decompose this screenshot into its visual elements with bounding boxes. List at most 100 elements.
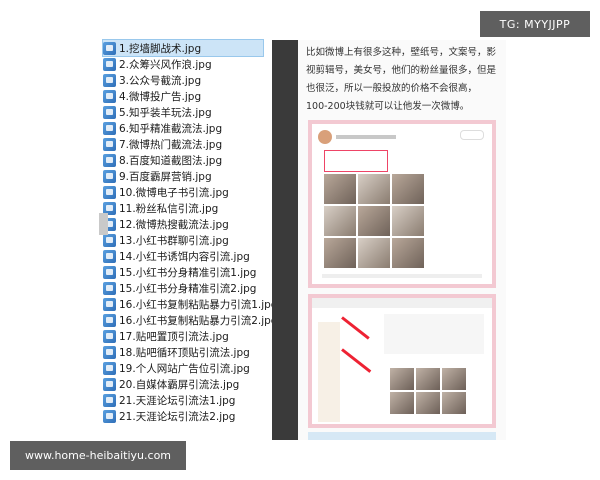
file-item[interactable]: 13.小红书群聊引流.jpg [103, 232, 273, 248]
file-item[interactable]: 21.天涯论坛引流法1.jpg [103, 392, 273, 408]
image-file-icon [103, 361, 116, 375]
file-item[interactable]: 19.个人网站广告位引流.jpg [103, 360, 273, 376]
avatar [318, 130, 332, 144]
image-file-icon [103, 265, 116, 279]
file-item[interactable]: 8.百度知道截图法.jpg [103, 152, 273, 168]
photo [442, 392, 466, 414]
photo-grid [324, 174, 424, 268]
image-file-icon [103, 297, 116, 311]
file-name: 15.小红书分身精准引流1.jpg [119, 266, 257, 279]
image-file-icon [103, 249, 116, 263]
image-file-icon [103, 377, 116, 391]
file-item[interactable]: 18.贴吧循环顶贴引流法.jpg [103, 344, 273, 360]
image-file-icon [103, 185, 116, 199]
file-name: 1.挖墙脚战术.jpg [119, 42, 202, 55]
file-item[interactable]: 9.百度霸屏营销.jpg [103, 168, 273, 184]
image-file-icon [103, 121, 116, 135]
photo [392, 206, 424, 236]
file-item[interactable]: 14.小红书诱饵内容引流.jpg [103, 248, 273, 264]
file-item[interactable]: 12.微博热搜截流法.jpg [103, 216, 273, 232]
file-name: 21.天涯论坛引流法2.jpg [119, 410, 236, 423]
image-file-icon [103, 57, 116, 71]
file-name: 8.百度知道截图法.jpg [119, 154, 223, 167]
photo [324, 174, 356, 204]
file-item[interactable]: 17.贴吧置顶引流法.jpg [103, 328, 273, 344]
image-file-icon [103, 105, 116, 119]
file-list: 1.挖墙脚战术.jpg 2.众筹兴风作浪.jpg 3.公众号截流.jpg 4.微博投广… [102, 39, 277, 424]
photo [358, 174, 390, 204]
image-file-icon [103, 153, 116, 167]
file-name: 6.知乎精准截流法.jpg [119, 122, 223, 135]
file-name: 18.贴吧循环顶贴引流法.jpg [119, 346, 250, 359]
file-name: 17.贴吧置顶引流法.jpg [119, 330, 229, 343]
file-item[interactable]: 6.知乎精准截流法.jpg [103, 120, 273, 136]
file-item[interactable]: 16.小红书复制粘贴暴力引流1.jpg [103, 296, 277, 312]
file-name: 5.知乎装羊玩法.jpg [119, 106, 212, 119]
weibo-feed-screenshot [308, 294, 496, 428]
tg-watermark: TG: MYYJJPP [480, 11, 590, 37]
file-item[interactable]: 15.小红书分身精准引流1.jpg [103, 264, 273, 280]
file-name: 13.小红书群聊引流.jpg [119, 234, 229, 247]
file-item[interactable]: 10.微博电子书引流.jpg [103, 184, 273, 200]
file-item[interactable]: 7.微博热门截流法.jpg [103, 136, 273, 152]
image-file-icon [103, 73, 116, 87]
feed-topbar [312, 298, 492, 308]
image-file-icon [103, 41, 116, 55]
file-name: 12.微博热搜截流法.jpg [119, 218, 229, 231]
photo [324, 206, 356, 236]
image-file-icon [103, 89, 116, 103]
photo [442, 368, 466, 390]
image-file-icon [103, 169, 116, 183]
file-item[interactable]: 1.挖墙脚战术.jpg [102, 39, 264, 57]
file-name: 11.粉丝私信引流.jpg [119, 202, 219, 215]
file-name: 16.小红书复制粘贴暴力引流1.jpg [119, 298, 278, 311]
weibo-post-screenshot [308, 120, 496, 288]
scroll-indicator[interactable] [99, 213, 108, 235]
file-name: 9.百度霸屏营销.jpg [119, 170, 212, 183]
article-paragraph: 比如微博上有很多这种，壁纸号，文案号，影视剪辑号，美女号，他们的粉丝量很多，但是… [306, 47, 497, 112]
photo [416, 392, 440, 414]
file-item[interactable]: 4.微博投广告.jpg [103, 88, 273, 104]
file-item[interactable]: 16.小红书复制粘贴暴力引流2.jpg [103, 312, 277, 328]
red-arrow-annotation [341, 316, 370, 340]
file-name: 3.公众号截流.jpg [119, 74, 202, 87]
photo-grid [390, 368, 470, 414]
feed-sidebar [318, 322, 340, 422]
image-file-icon [103, 233, 116, 247]
file-name: 7.微博热门截流法.jpg [119, 138, 223, 151]
file-name: 19.个人网站广告位引流.jpg [119, 362, 250, 375]
file-item[interactable]: 21.天涯论坛引流法2.jpg [103, 408, 273, 424]
image-file-icon [103, 137, 116, 151]
image-file-icon [103, 329, 116, 343]
post-action-bar [322, 274, 482, 278]
file-item[interactable]: 20.自媒体霸屏引流法.jpg [103, 376, 273, 392]
highlight-box [324, 150, 388, 172]
file-item[interactable]: 11.粉丝私信引流.jpg [103, 200, 273, 216]
file-item[interactable]: 15.小红书分身精准引流2.jpg [103, 280, 273, 296]
photo [390, 392, 414, 414]
image-file-icon [103, 313, 116, 327]
file-name: 2.众筹兴风作浪.jpg [119, 58, 212, 71]
user-name-placeholder [336, 135, 396, 139]
photo [324, 238, 356, 268]
file-name: 14.小红书诱饵内容引流.jpg [119, 250, 250, 263]
photo [390, 368, 414, 390]
file-name: 4.微博投广告.jpg [119, 90, 202, 103]
file-item[interactable]: 2.众筹兴风作浪.jpg [103, 56, 273, 72]
image-file-icon [103, 345, 116, 359]
photo [392, 174, 424, 204]
url-watermark: www.home-heibaitiyu.com [10, 441, 186, 470]
image-file-icon [103, 393, 116, 407]
photo [392, 238, 424, 268]
photo [358, 206, 390, 236]
follow-button [460, 130, 484, 140]
article-panel: 比如微博上有很多这种，壁纸号，文案号，影视剪辑号，美女号，他们的粉丝量很多，但是… [298, 40, 506, 440]
file-item[interactable]: 3.公众号截流.jpg [103, 72, 273, 88]
file-name: 16.小红书复制粘贴暴力引流2.jpg [119, 314, 278, 327]
file-name: 15.小红书分身精准引流2.jpg [119, 282, 257, 295]
file-name: 20.自媒体霸屏引流法.jpg [119, 378, 240, 391]
red-arrow-annotation [341, 348, 372, 373]
file-item[interactable]: 5.知乎装羊玩法.jpg [103, 104, 273, 120]
file-name: 10.微博电子书引流.jpg [119, 186, 229, 199]
image-file-icon [103, 281, 116, 295]
